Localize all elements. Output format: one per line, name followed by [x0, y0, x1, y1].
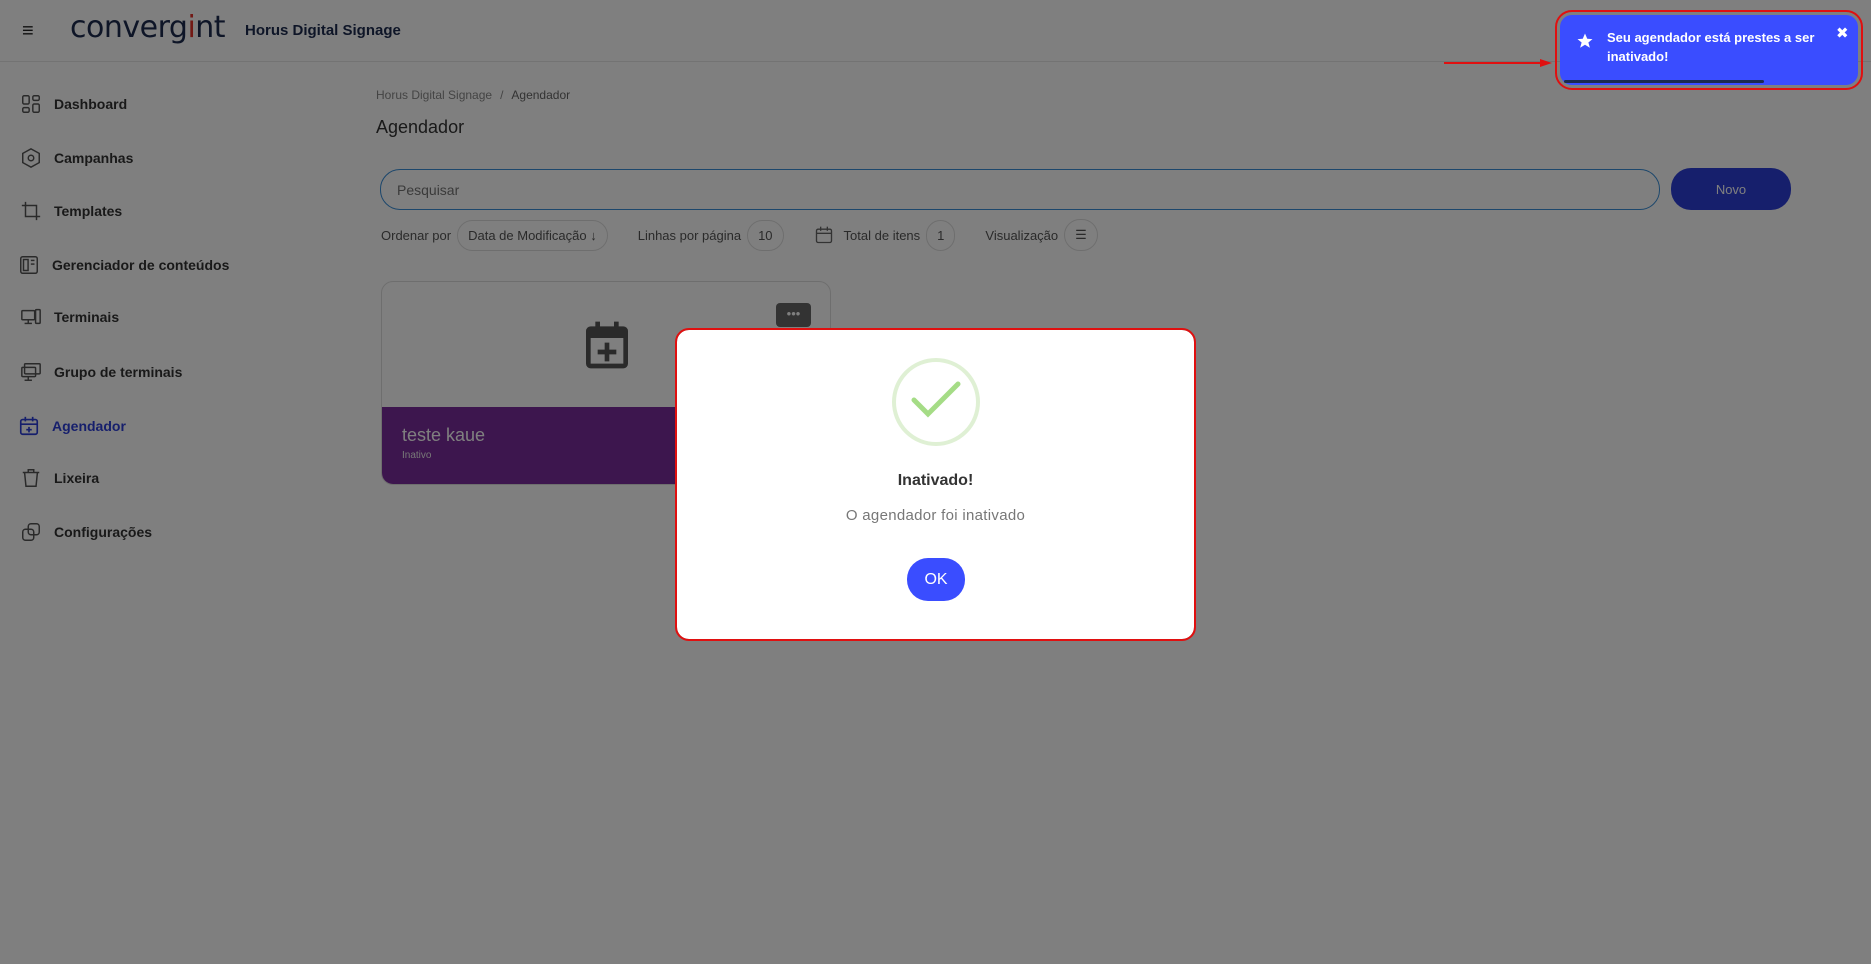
dialog-message: O agendador foi inativado	[845, 507, 1026, 524]
star-icon	[1577, 33, 1593, 48]
dialog-title: Inativado!	[897, 472, 974, 489]
toast-message: Seu agendador está prestes a ser inativa…	[1607, 30, 1815, 64]
close-icon[interactable]: ✖	[1836, 24, 1849, 42]
toast-notification: Seu agendador está prestes a ser inativa…	[1555, 10, 1863, 90]
toast-progress-bar	[1564, 80, 1764, 83]
success-dialog: Inativado! O agendador foi inativado OK	[675, 328, 1196, 641]
ok-button[interactable]: OK	[907, 558, 965, 601]
success-check-icon	[892, 358, 980, 446]
annotation-arrow	[1444, 59, 1552, 67]
